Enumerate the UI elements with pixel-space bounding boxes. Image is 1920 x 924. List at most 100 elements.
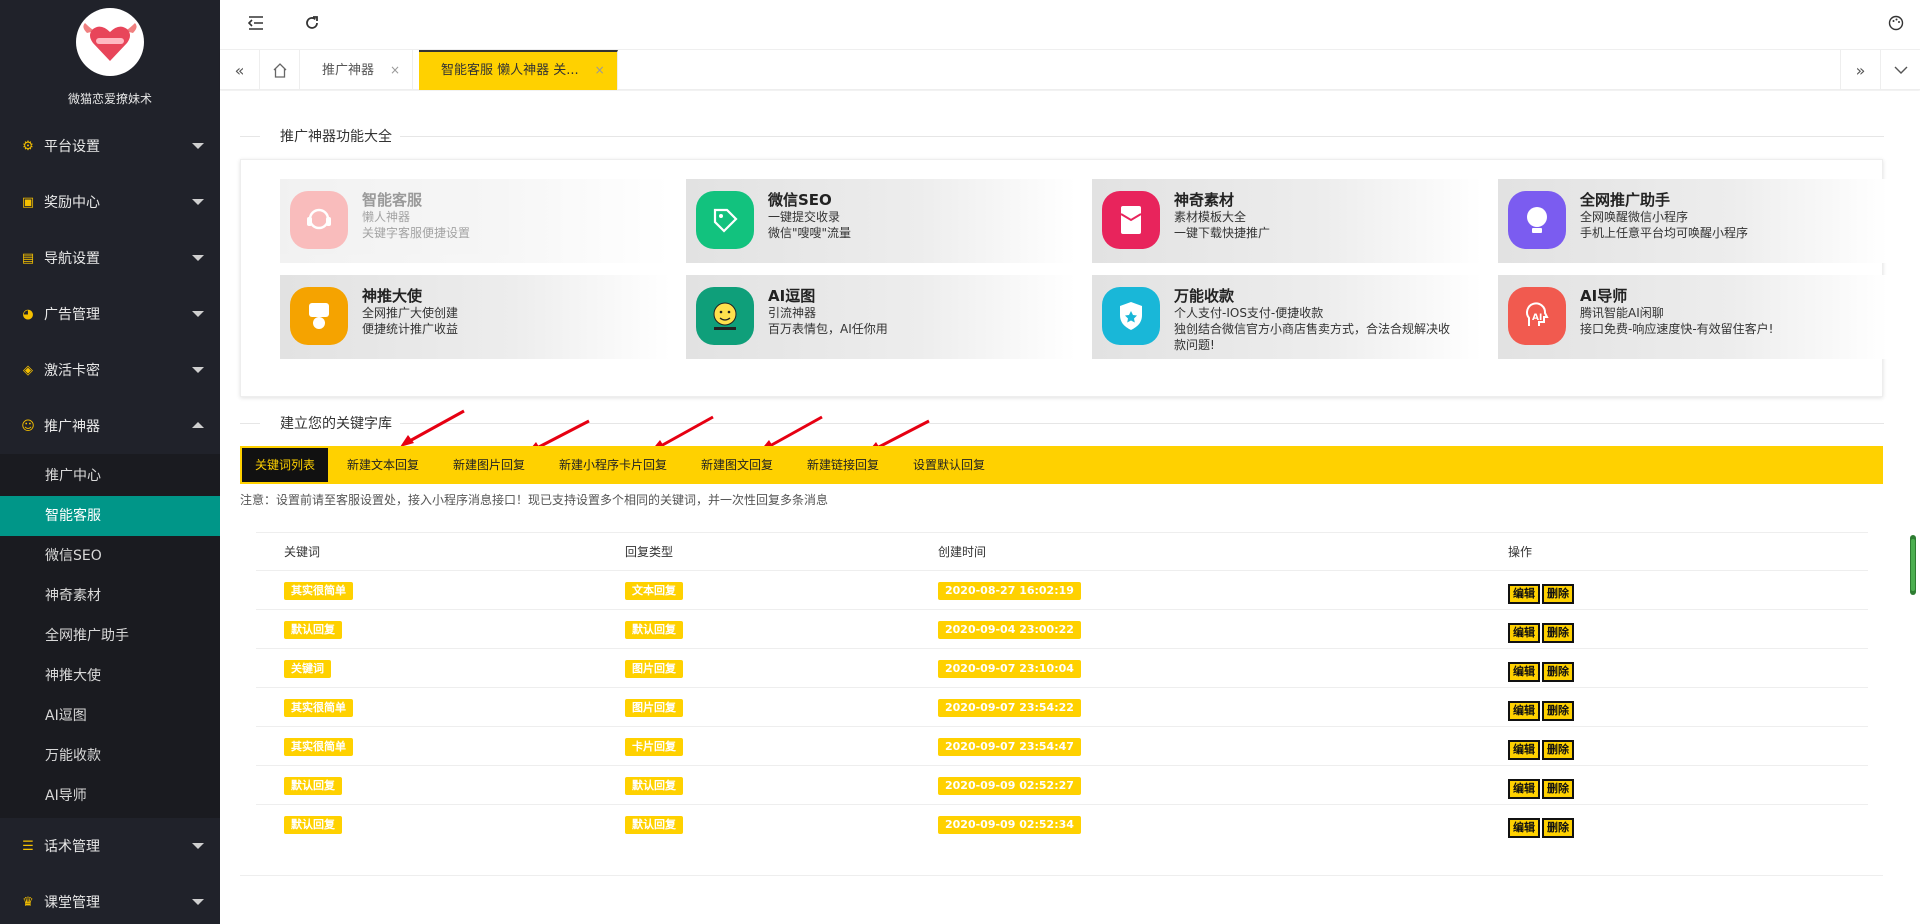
keyword-badge: 默认回复 <box>284 620 342 639</box>
sidebar-item-platform-settings[interactable]: ⚙ 平台设置 <box>0 118 220 174</box>
sidebar-subitem-promo-center[interactable]: 推广中心 <box>0 456 220 496</box>
tab-promotion-tools[interactable]: 推广神器 × <box>300 50 414 90</box>
tab-smart-service[interactable]: 智能客服 懒人神器 关... × <box>419 50 618 90</box>
keyword-badge: 默认回复 <box>284 776 342 795</box>
delete-button[interactable]: 删除 <box>1542 739 1574 760</box>
setup-note: 注意：设置前请至客服设置处，接入小程序消息接口！现已支持设置多个相同的关键词，并… <box>240 493 829 507</box>
new-text-reply-button[interactable]: 新建文本回复 <box>347 446 419 484</box>
feature-card-payment[interactable]: 万能收款 个人支付-IOS支付-便捷收款 独创结合微信官方小商店售卖方式，合法合… <box>1092 275 1482 359</box>
reply-type-badge: 默认回复 <box>625 776 683 795</box>
edit-button[interactable]: 编辑 <box>1508 778 1540 799</box>
feature-card-smart-service[interactable]: 智能客服 懒人神器 关键字客服便捷设置 <box>280 179 670 263</box>
new-image-reply-button[interactable]: 新建图片回复 <box>453 446 525 484</box>
edit-button[interactable]: 编辑 <box>1508 622 1540 643</box>
edit-button[interactable]: 编辑 <box>1508 700 1540 721</box>
feature-card-ai-tutor[interactable]: AI AI导师 腾讯智能AI闲聊 接口免费-响应速度快-有效留住客户! <box>1498 275 1888 359</box>
feature-title: 智能客服 <box>362 191 423 209</box>
set-default-reply-button[interactable]: 设置默认回复 <box>913 446 985 484</box>
palette-icon: ◕ <box>22 306 34 322</box>
tab-bar: « 推广神器 × 智能客服 懒人神器 关... × » <box>220 50 1920 90</box>
sidebar-item-label: 话术管理 <box>44 839 100 855</box>
delete-button[interactable]: 删除 <box>1542 700 1574 721</box>
feature-card-wechat-seo[interactable]: 微信SEO 一键提交收录 微信"嗖嗖"流量 <box>686 179 1076 263</box>
keyword-badge: 其实很简单 <box>284 698 353 717</box>
new-link-reply-button[interactable]: 新建链接回复 <box>807 446 879 484</box>
feature-desc: 关键字客服便捷设置 <box>362 226 471 240</box>
sidebar-item-class-management[interactable]: ♛ 课堂管理 <box>0 874 220 924</box>
feature-card-promo-assistant[interactable]: 全网推广助手 全网唤醒微信小程序 手机上任意平台均可唤醒小程序 <box>1498 179 1888 263</box>
tabs-scroll-left-icon[interactable]: « <box>220 50 260 90</box>
chevron-down-icon <box>192 899 204 905</box>
table-row: 默认回复 默认回复 2020-09-09 02:52:34 编辑 删除 <box>256 805 1868 844</box>
reply-type-badge: 默认回复 <box>625 620 683 639</box>
feature-desc: 全网唤醒微信小程序 <box>1580 210 1689 224</box>
sidebar: 微猫恋爱撩妹术 ⚙ 平台设置 ▣ 奖励中心 ▤ 导航设置 ◕ 广告管理 ◈ 激活… <box>0 0 220 924</box>
table-row: 其实很简单 文本回复 2020-08-27 16:02:19 编辑 删除 <box>256 571 1868 610</box>
keyword-list-button[interactable]: 关键词列表 <box>240 446 331 484</box>
book-icon: ▤ <box>21 250 35 266</box>
sidebar-subitem-smart-service[interactable]: 智能客服 <box>0 496 220 536</box>
sidebar-subitem-ai-meme[interactable]: AI逗图 <box>0 696 220 736</box>
tab-close-icon[interactable]: × <box>595 63 605 77</box>
brand-logo[interactable] <box>76 8 144 76</box>
edit-button[interactable]: 编辑 <box>1508 583 1540 604</box>
column-header: 关键词 <box>284 545 321 559</box>
tabs-scroll-right-icon[interactable]: » <box>1840 50 1880 90</box>
feature-desc: 素材模板大全 <box>1174 210 1247 224</box>
edit-button[interactable]: 编辑 <box>1508 817 1540 838</box>
sidebar-subitem-ai-tutor[interactable]: AI导师 <box>0 776 220 816</box>
tag-icon <box>696 191 754 249</box>
sidebar-subitem-ambassador[interactable]: 神推大使 <box>0 656 220 696</box>
menu-collapse-icon[interactable] <box>247 15 264 35</box>
sidebar-item-ad-management[interactable]: ◕ 广告管理 <box>0 286 220 342</box>
new-miniprogram-card-reply-button[interactable]: 新建小程序卡片回复 <box>559 446 667 484</box>
sidebar-item-reward-center[interactable]: ▣ 奖励中心 <box>0 174 220 230</box>
refresh-icon[interactable] <box>304 15 320 36</box>
feature-desc: 便捷统计推广收益 <box>362 322 459 336</box>
sidebar-subitem-payment[interactable]: 万能收款 <box>0 736 220 776</box>
chevron-down-icon <box>192 143 204 149</box>
sidebar-item-script-management[interactable]: ☰ 话术管理 <box>0 818 220 874</box>
reply-type-badge: 图片回复 <box>625 698 683 717</box>
delete-button[interactable]: 删除 <box>1542 622 1574 643</box>
keyword-table: 关键词 回复类型 创建时间 操作 其实很简单 文本回复 2020-08-27 1… <box>256 532 1868 844</box>
tab-close-icon[interactable]: × <box>390 63 400 77</box>
feature-card-materials[interactable]: 神奇素材 素材模板大全 一键下载快捷推广 <box>1092 179 1482 263</box>
content-divider <box>240 875 1883 876</box>
feature-desc: 接口免费-响应速度快-有效留住客户! <box>1580 322 1774 336</box>
feature-card-ai-meme[interactable]: AI逗图 引流神器 百万表情包，AI任你用 <box>686 275 1076 359</box>
keyword-badge: 其实很简单 <box>284 581 353 600</box>
edit-button[interactable]: 编辑 <box>1508 739 1540 760</box>
medal-icon <box>290 287 348 345</box>
feature-desc: 微信"嗖嗖"流量 <box>768 226 852 240</box>
feature-desc: 一键下载快捷推广 <box>1174 226 1271 240</box>
sidebar-subitem-materials[interactable]: 神奇素材 <box>0 576 220 616</box>
delete-button[interactable]: 删除 <box>1542 661 1574 682</box>
sidebar-item-activation-code[interactable]: ◈ 激活卡密 <box>0 342 220 398</box>
keyword-badge: 关键词 <box>284 659 331 678</box>
sidebar-item-label: 导航设置 <box>44 251 100 267</box>
theme-palette-icon[interactable] <box>1888 15 1904 36</box>
delete-button[interactable]: 删除 <box>1542 583 1574 604</box>
feature-title: AI逗图 <box>768 287 816 305</box>
sidebar-subitem-promo-assistant[interactable]: 全网推广助手 <box>0 616 220 656</box>
delete-button[interactable]: 删除 <box>1542 778 1574 799</box>
delete-button[interactable]: 删除 <box>1542 817 1574 838</box>
home-tab-icon[interactable] <box>260 50 300 90</box>
table-row: 关键词 图片回复 2020-09-07 23:10:04 编辑 删除 <box>256 649 1868 688</box>
sidebar-item-promotion-tools[interactable]: ☺ 推广神器 <box>0 398 220 454</box>
sidebar-subitem-wechat-seo[interactable]: 微信SEO <box>0 536 220 576</box>
ai-head-icon: AI <box>1508 287 1566 345</box>
chevron-down-icon <box>192 311 204 317</box>
tabs-menu-chevron-down-icon[interactable] <box>1880 50 1920 90</box>
edit-button[interactable]: 编辑 <box>1508 661 1540 682</box>
bulb-icon <box>1508 191 1566 249</box>
feature-card-ambassador[interactable]: 神推大使 全网推广大使创建 便捷统计推广收益 <box>280 275 670 359</box>
feature-desc: 腾讯智能AI闲聊 <box>1580 306 1664 320</box>
new-article-reply-button[interactable]: 新建图文回复 <box>701 446 773 484</box>
chevron-down-icon <box>192 367 204 373</box>
vertical-scrollbar[interactable] <box>1910 535 1916 595</box>
gear-icon: ⚙ <box>22 138 34 154</box>
table-row: 默认回复 默认回复 2020-09-04 23:00:22 编辑 删除 <box>256 610 1868 649</box>
sidebar-item-nav-settings[interactable]: ▤ 导航设置 <box>0 230 220 286</box>
